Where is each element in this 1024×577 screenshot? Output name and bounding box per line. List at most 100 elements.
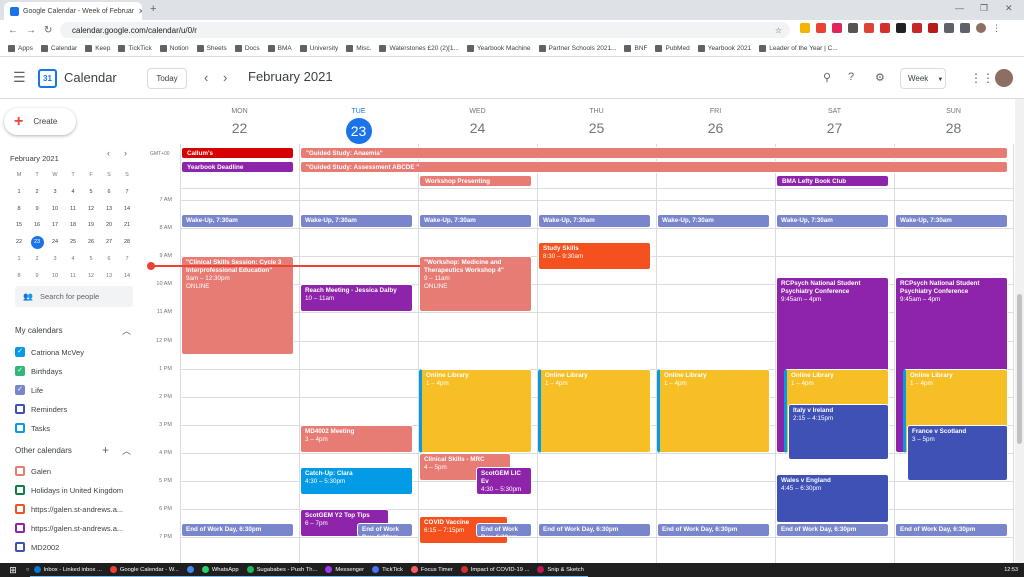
bookmark-item[interactable]: Sheets <box>196 44 227 52</box>
day-date[interactable]: 27 <box>775 120 894 136</box>
taskbar-app[interactable]: Snip & Sketch <box>533 563 588 577</box>
mini-next-month-icon[interactable]: › <box>124 148 127 158</box>
allday-event[interactable]: "Guided Study: Anaemia" <box>300 147 1008 159</box>
calendar-event[interactable]: Wake-Up, 7:30am <box>657 214 770 229</box>
calendar-list-item[interactable]: Holidays in United Kingdom <box>15 484 123 496</box>
calendar-checkbox[interactable] <box>15 542 25 552</box>
mini-day[interactable]: 20 <box>100 218 118 235</box>
calendar-checkbox[interactable] <box>15 523 25 533</box>
extension-icon[interactable] <box>848 23 858 33</box>
mini-day[interactable]: 9 <box>28 269 46 286</box>
calendar-event[interactable]: Wales v England 4:45 – 6:30pm <box>776 473 889 524</box>
mini-day-selected[interactable]: 23 <box>30 236 44 250</box>
taskbar-app[interactable]: Sugababes - Push Th... <box>242 563 322 577</box>
calendar-list-item[interactable]: https://galen.st-andrews.a... <box>15 503 123 515</box>
collapse-chevron-icon[interactable]: ︿ <box>122 324 131 337</box>
extension-icon[interactable] <box>816 23 826 33</box>
mini-day[interactable]: 11 <box>64 269 82 286</box>
mini-day[interactable]: 1 <box>10 252 28 269</box>
settings-gear-icon[interactable]: ⚙ <box>875 71 885 84</box>
calendar-checkbox[interactable] <box>15 404 25 414</box>
mini-day[interactable]: 4 <box>64 185 82 202</box>
help-icon[interactable]: ? <box>848 71 854 83</box>
mini-day[interactable]: 8 <box>10 269 28 286</box>
calendar-event[interactable]: "Workshop: Medicine and Therapeutics Wor… <box>419 256 532 313</box>
mini-day[interactable]: 11 <box>64 202 82 219</box>
close-tab-icon[interactable]: ✕ <box>138 7 142 16</box>
mini-day[interactable]: 1 <box>10 185 28 202</box>
day-date[interactable]: 26 <box>656 120 775 136</box>
calendar-checkbox[interactable] <box>15 485 25 495</box>
bookmark-item[interactable]: Waterstones £20 (2)[1... <box>379 44 459 52</box>
calendar-event[interactable]: "Clinical Skills Session: Cycle 3 Interp… <box>181 256 294 355</box>
allday-event[interactable]: Workshop Presenting <box>419 175 532 187</box>
day-column-header[interactable]: SUN 28 <box>894 99 1013 136</box>
apps-grid-icon[interactable]: ⋮⋮ <box>970 71 994 85</box>
calendar-event[interactable]: Wake-Up, 7:30am <box>419 214 532 229</box>
windows-start-icon[interactable]: ⊞ <box>0 565 26 576</box>
bookmark-item[interactable]: BNF <box>624 44 647 52</box>
mini-day[interactable]: 27 <box>100 235 118 252</box>
bookmark-item[interactable]: University <box>299 44 338 52</box>
mini-day[interactable]: 12 <box>82 202 100 219</box>
other-calendars-heading[interactable]: Other calendars <box>15 446 72 455</box>
calendar-event[interactable]: Study Skills 8:30 – 9:30am <box>538 242 651 271</box>
bookmark-item[interactable]: Apps <box>8 44 33 52</box>
calendar-list-item[interactable]: https://galen.st-andrews.a... <box>15 522 123 534</box>
calendar-checkbox[interactable] <box>15 423 25 433</box>
calendar-list-item[interactable]: MD2002 <box>15 541 59 553</box>
mini-day[interactable]: 5 <box>82 185 100 202</box>
mini-day[interactable]: 6 <box>100 185 118 202</box>
allday-event[interactable]: Callum's <box>181 147 294 159</box>
star-icon[interactable]: ☆ <box>775 26 782 35</box>
mini-day[interactable]: 3 <box>46 185 64 202</box>
day-column-header[interactable]: THU 25 <box>537 99 656 136</box>
calendar-list-item[interactable]: ✓ Catriona McVey <box>15 346 84 358</box>
calendar-event[interactable]: Wake-Up, 7:30am <box>300 214 413 229</box>
taskbar-app[interactable]: Inbox - Linked inbox ... <box>29 563 106 577</box>
account-avatar[interactable] <box>995 69 1013 87</box>
extension-icon[interactable] <box>928 23 938 33</box>
grid-scrollbar[interactable] <box>1015 99 1024 563</box>
extension-icon[interactable] <box>912 23 922 33</box>
url-field[interactable]: calendar.google.com/calendar/u/0/r ☆ <box>60 22 790 38</box>
my-calendars-heading[interactable]: My calendars <box>15 326 63 335</box>
mini-day[interactable]: 3 <box>46 252 64 269</box>
calendar-event[interactable]: Online Library 1 – 4pm <box>538 368 651 453</box>
calendar-list-item[interactable]: Reminders <box>15 403 67 415</box>
extension-icon[interactable] <box>880 23 890 33</box>
calendar-event[interactable]: End of Work Day, 6:30pm <box>357 523 413 538</box>
mini-day[interactable]: 17 <box>46 218 64 235</box>
day-column-header[interactable]: FRI 26 <box>656 99 775 136</box>
back-icon[interactable]: ← <box>8 25 18 36</box>
mini-day[interactable]: 16 <box>28 218 46 235</box>
reload-icon[interactable]: ↻ <box>44 25 52 36</box>
previous-week-icon[interactable]: ‹ <box>204 70 208 85</box>
collapse-chevron-icon[interactable]: ︿ <box>122 444 131 457</box>
day-date[interactable]: 24 <box>418 120 537 136</box>
main-menu-icon[interactable]: ☰ <box>13 70 26 84</box>
add-calendar-icon[interactable]: + <box>102 443 109 457</box>
bookmark-item[interactable]: PubMed <box>655 44 690 52</box>
mini-day[interactable]: 10 <box>46 202 64 219</box>
bookmark-item[interactable]: Partner Schools 2021... <box>538 44 616 52</box>
search-people-input[interactable]: 👥 Search for people <box>15 286 133 307</box>
mini-day[interactable]: 13 <box>100 269 118 286</box>
view-selector[interactable]: Week ▼ <box>900 68 946 89</box>
day-column-header[interactable]: WED 24 <box>418 99 537 136</box>
bookmark-item[interactable]: Calendar <box>40 44 77 52</box>
taskbar-app[interactable]: Google Calendar - W... <box>105 563 183 577</box>
mini-day[interactable]: 13 <box>100 202 118 219</box>
day-date[interactable]: 23 <box>345 118 372 144</box>
mini-day[interactable]: 26 <box>82 235 100 252</box>
calendar-event[interactable]: End of Work Day, 6:30pm <box>776 523 889 538</box>
bookmark-item[interactable]: BMA <box>267 44 292 52</box>
bookmark-item[interactable]: TickTick <box>118 44 152 52</box>
calendar-event[interactable]: Online Library 1 – 4pm <box>419 368 532 453</box>
day-date[interactable]: 25 <box>537 120 656 136</box>
browser-tab[interactable]: Google Calendar - Week of Februar ✕ <box>4 2 142 20</box>
calendar-checkbox[interactable] <box>15 504 25 514</box>
calendar-event[interactable]: Reach Meeting - Jessica Dalby 10 – 11am <box>300 284 413 313</box>
allday-event[interactable]: BMA Lefty Book Club <box>776 175 889 187</box>
calendar-event[interactable]: ScotGEM LIC Ev 4:30 – 5:30pm <box>476 466 532 496</box>
